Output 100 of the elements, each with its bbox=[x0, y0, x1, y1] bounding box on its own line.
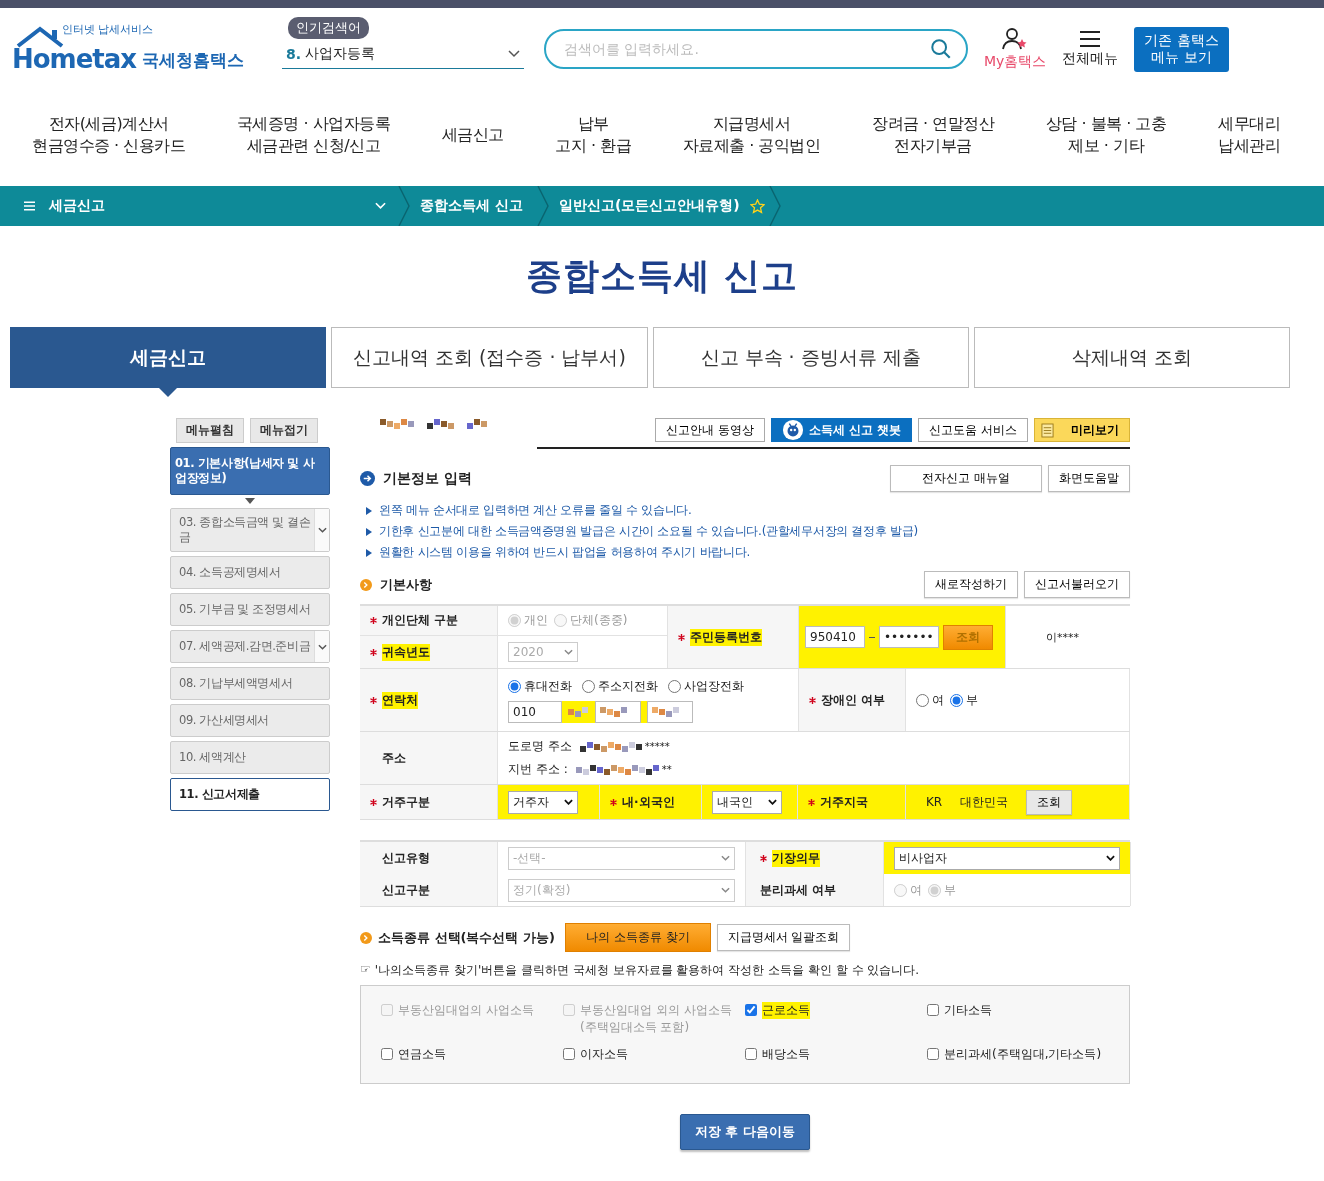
step-menu-item[interactable]: 07. 세액공제.감면.준비금 bbox=[170, 630, 330, 663]
step-menu-item[interactable]: 05. 기부금 및 조정명세서 bbox=[170, 593, 330, 626]
field-label: 분리과세 여부 bbox=[760, 881, 837, 899]
nav-menu-item[interactable]: 지급명세서 자료제출 · 공익법인 bbox=[682, 110, 821, 160]
nav-menu-item[interactable]: 세무대리 납세관리 bbox=[1218, 110, 1280, 160]
checkbox[interactable] bbox=[927, 1004, 939, 1016]
save-next-button[interactable]: 저장 후 다음이동 bbox=[679, 1114, 811, 1150]
user-icon[interactable] bbox=[1002, 27, 1029, 51]
country-name: 대한민국 bbox=[960, 793, 1009, 811]
nav-menu-item[interactable]: 장려금 · 연말정산 전자기부금 bbox=[872, 110, 995, 160]
separator-icon bbox=[398, 186, 410, 226]
chevron-down-icon[interactable] bbox=[508, 50, 520, 58]
find-income-button[interactable]: 나의 소득종류 찾기 bbox=[564, 923, 711, 952]
section-title: 기본사항 bbox=[380, 575, 432, 594]
classic-menu-button[interactable]: 기존 홈택스 메뉴 보기 bbox=[1134, 26, 1229, 72]
option-label: 근로소득 bbox=[762, 1002, 810, 1019]
step-menu-item[interactable]: 01. 기본사항(납세자 및 사업장정보) bbox=[170, 447, 330, 495]
phone-input[interactable] bbox=[647, 700, 693, 723]
option-label: 휴대전화 bbox=[524, 677, 572, 695]
chevron-down-icon[interactable] bbox=[1106, 855, 1115, 861]
help-button[interactable]: 전자신고 매뉴얼 bbox=[890, 465, 1042, 492]
my-hometax-link[interactable]: My홈택스 bbox=[984, 53, 1047, 71]
toolbar-button[interactable]: 소득세 신고 챗봇 bbox=[770, 418, 913, 442]
star-icon[interactable] bbox=[749, 198, 765, 214]
checkbox[interactable] bbox=[745, 1048, 757, 1060]
password-input[interactable]: ••••••• bbox=[879, 626, 939, 648]
bookkeeping-select[interactable]: 비사업자 bbox=[894, 846, 1120, 870]
radio-button[interactable] bbox=[916, 693, 929, 707]
checkbox[interactable] bbox=[563, 1048, 575, 1060]
tab[interactable]: 삭제내역 조회 bbox=[973, 327, 1290, 388]
field-label: 거주지국 bbox=[820, 793, 868, 811]
nav-menu-item[interactable]: 전자(세금)계산서 현금영수증 · 신용카드 bbox=[32, 110, 186, 160]
breadcrumb-item[interactable]: 세금신고 bbox=[49, 197, 375, 215]
tab[interactable]: 신고내역 조회 (접수증 · 납부서) bbox=[331, 327, 648, 388]
hint-text: '나의소득종류 찾기'버튼을 클릭하면 국세청 보유자료를 활용하여 작성한 소득을 확인 할 수 있습니다. bbox=[374, 962, 920, 979]
all-menu-link[interactable]: 전체메뉴 bbox=[1062, 50, 1119, 68]
help-button[interactable]: 화면도움말 bbox=[1048, 465, 1130, 492]
address-label: 도로명 주소 bbox=[508, 738, 572, 755]
option-label: 사업장전화 bbox=[684, 677, 744, 695]
pixelated-drawing bbox=[467, 419, 488, 429]
logo[interactable]: Hometax bbox=[12, 46, 137, 72]
step-menu-item[interactable]: 04. 소득공제명세서 bbox=[170, 556, 330, 589]
bulk-lookup-button[interactable]: 지급명세서 일괄조회 bbox=[716, 924, 851, 951]
step-menu-item[interactable]: 11. 신고서제출 bbox=[170, 778, 330, 811]
radio-button[interactable] bbox=[582, 679, 595, 693]
arrow-circle-icon bbox=[360, 578, 372, 591]
chevron-down-icon[interactable] bbox=[564, 799, 573, 805]
pixelated-drawing bbox=[427, 419, 455, 429]
chevron-down-icon[interactable] bbox=[768, 799, 777, 805]
pixelated-drawing bbox=[600, 706, 628, 717]
breadcrumb-item[interactable]: 일반신고(모든신고안내유형) bbox=[548, 197, 750, 215]
popular-badge: 인기검색어 bbox=[288, 17, 369, 39]
option-label: 여 bbox=[932, 691, 944, 709]
notice-text: 왼쪽 메뉴 순서대로 입력하면 계산 오류를 줄일 수 있습니다. bbox=[379, 502, 692, 519]
nationality-select[interactable]: 내국인 bbox=[712, 790, 782, 814]
toolbar-button[interactable]: 신고도움 서비스 bbox=[918, 418, 1028, 442]
pointing-hand-icon: ☞ bbox=[360, 962, 371, 979]
lookup-button[interactable]: 조회 bbox=[1026, 789, 1073, 815]
phone-input[interactable] bbox=[595, 700, 641, 723]
logo-name: 국세청홈택스 bbox=[142, 49, 245, 72]
toolbar-button[interactable]: 신고안내 동영상 bbox=[655, 418, 765, 442]
logo-tagline: 인터넷 납세서비스 bbox=[62, 22, 154, 37]
name-text: 이**** bbox=[1046, 629, 1079, 645]
nav-menu-item[interactable]: 국세증명 · 사업자등록 세금관련 신청/신고 bbox=[236, 110, 391, 160]
radio-button[interactable] bbox=[668, 679, 681, 693]
form-action-button[interactable]: 새로작성하기 bbox=[924, 571, 1018, 598]
menu-toggle-button[interactable]: 메뉴펼침 bbox=[176, 418, 244, 443]
step-menu-item[interactable]: 08. 기납부세액명세서 bbox=[170, 667, 330, 700]
menu-toggle-button[interactable]: 메뉴접기 bbox=[250, 418, 318, 443]
nav-menu-item[interactable]: 상담 · 불복 · 고충 제보 · 기타 bbox=[1045, 110, 1167, 160]
breadcrumb-item[interactable]: 종합소득세 신고 bbox=[410, 197, 533, 215]
checkbox[interactable] bbox=[927, 1048, 939, 1060]
option-label: 분리과세(주택임대,기타소득) bbox=[944, 1046, 1102, 1063]
field-label: 거주구분 bbox=[382, 793, 430, 811]
toolbar-button[interactable]: 미리보기 bbox=[1034, 418, 1130, 442]
popular-keyword-select[interactable]: 8. 사업자등록 bbox=[282, 41, 524, 69]
search-field[interactable]: 검색어를 입력하세요. bbox=[544, 29, 968, 69]
checkbox[interactable] bbox=[381, 1048, 393, 1060]
field-label: 장애인 여부 bbox=[821, 691, 886, 709]
nav-menu-item[interactable]: 세금신고 bbox=[441, 110, 504, 160]
pixelated-drawing bbox=[568, 706, 589, 717]
text-input[interactable]: 950410 bbox=[805, 626, 865, 648]
arrow-circle-icon bbox=[360, 931, 372, 944]
radio-button[interactable] bbox=[508, 679, 521, 693]
option-label: 단체(종중) bbox=[570, 612, 628, 629]
tab[interactable]: 세금신고 bbox=[10, 327, 327, 388]
radio-button[interactable] bbox=[950, 693, 963, 707]
menu-icon[interactable] bbox=[1079, 30, 1102, 48]
phone-input[interactable]: 010 bbox=[508, 700, 562, 723]
checkbox[interactable] bbox=[745, 1004, 757, 1016]
nav-menu-item[interactable]: 납부 고지 · 환급 bbox=[555, 110, 632, 160]
step-menu-item[interactable]: 10. 세액계산 bbox=[170, 741, 330, 774]
tab[interactable]: 신고 부속 · 증빙서류 제출 bbox=[652, 327, 969, 388]
residency-select[interactable]: 거주자 bbox=[508, 790, 578, 814]
search-icon[interactable] bbox=[930, 38, 952, 60]
form-action-button[interactable]: 신고서불러오기 bbox=[1024, 571, 1130, 598]
notice-text: 기한후 신고분에 대한 소득금액증명원 발급은 시간이 소요될 수 있습니다.(관할세무서장의 결정후 발급) bbox=[379, 523, 918, 540]
step-menu-item[interactable]: 09. 가산세명세서 bbox=[170, 704, 330, 737]
step-menu-item[interactable]: 03. 종합소득금액 및 결손금 bbox=[170, 508, 330, 552]
field-label: 내·외국인 bbox=[622, 793, 675, 811]
